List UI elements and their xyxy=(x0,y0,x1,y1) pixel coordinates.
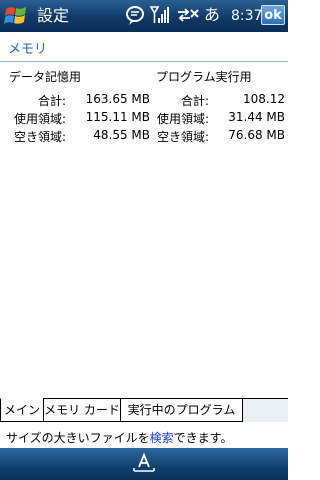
program-total-label: 合計: xyxy=(180,94,209,108)
program-free-value: 76.68 MB xyxy=(228,128,285,142)
ok-button[interactable]: ok xyxy=(261,5,285,25)
keyboard-icon[interactable] xyxy=(131,452,157,474)
windows-start-icon[interactable] xyxy=(2,3,30,29)
messaging-icon[interactable] xyxy=(124,4,146,26)
bottom-bar xyxy=(0,448,288,480)
program-free-row: 空き領域: 76.68 MB xyxy=(150,128,285,146)
program-used-row: 使用領域: 31.44 MB xyxy=(150,110,285,128)
storage-total-value: 163.65 MB xyxy=(85,92,150,106)
page-title: メモリ xyxy=(8,42,48,57)
program-free-label: 空き領域: xyxy=(156,130,209,144)
storage-heading: データ記憶用 xyxy=(9,70,82,84)
storage-used-label: 使用領域: xyxy=(13,112,66,126)
storage-used-row: 使用領域: 115.11 MB xyxy=(0,110,150,128)
program-heading: プログラム実行用 xyxy=(156,70,252,84)
hint-text: サイズの大きいファイルを検索できます。 xyxy=(6,429,232,446)
search-link[interactable]: 検索 xyxy=(150,431,174,445)
storage-free-value: 48.55 MB xyxy=(93,128,150,142)
connectivity-icon[interactable] xyxy=(176,4,200,26)
clock[interactable]: 8:37 xyxy=(231,7,262,25)
header-divider xyxy=(0,61,288,62)
tab-main[interactable]: メイン xyxy=(0,398,44,422)
program-total-row: 合計: 108.12 xyxy=(150,92,285,110)
tab-strip: メイン メモリ カード 実行中のプログラム xyxy=(0,398,288,422)
program-used-label: 使用領域: xyxy=(156,112,209,126)
storage-total-label: 合計: xyxy=(37,94,66,108)
storage-total-row: 合計: 163.65 MB xyxy=(0,92,150,110)
program-total-value: 108.12 xyxy=(243,92,285,106)
signal-icon[interactable] xyxy=(149,4,171,26)
program-used-value: 31.44 MB xyxy=(228,110,285,124)
window-title: 設定 xyxy=(37,6,70,25)
storage-free-label: 空き領域: xyxy=(13,130,66,144)
input-method-indicator[interactable]: あ xyxy=(204,5,220,25)
status-bar: 設定 あ 8:37 ok xyxy=(0,0,288,32)
storage-used-value: 115.11 MB xyxy=(85,110,150,124)
tab-running-programs[interactable]: 実行中のプログラム xyxy=(120,398,243,422)
hint-text-before: サイズの大きいファイルを xyxy=(6,431,150,445)
tab-memory-card[interactable]: メモリ カード xyxy=(43,398,121,422)
hint-text-after: できます。 xyxy=(173,431,233,445)
storage-free-row: 空き領域: 48.55 MB xyxy=(0,128,150,146)
